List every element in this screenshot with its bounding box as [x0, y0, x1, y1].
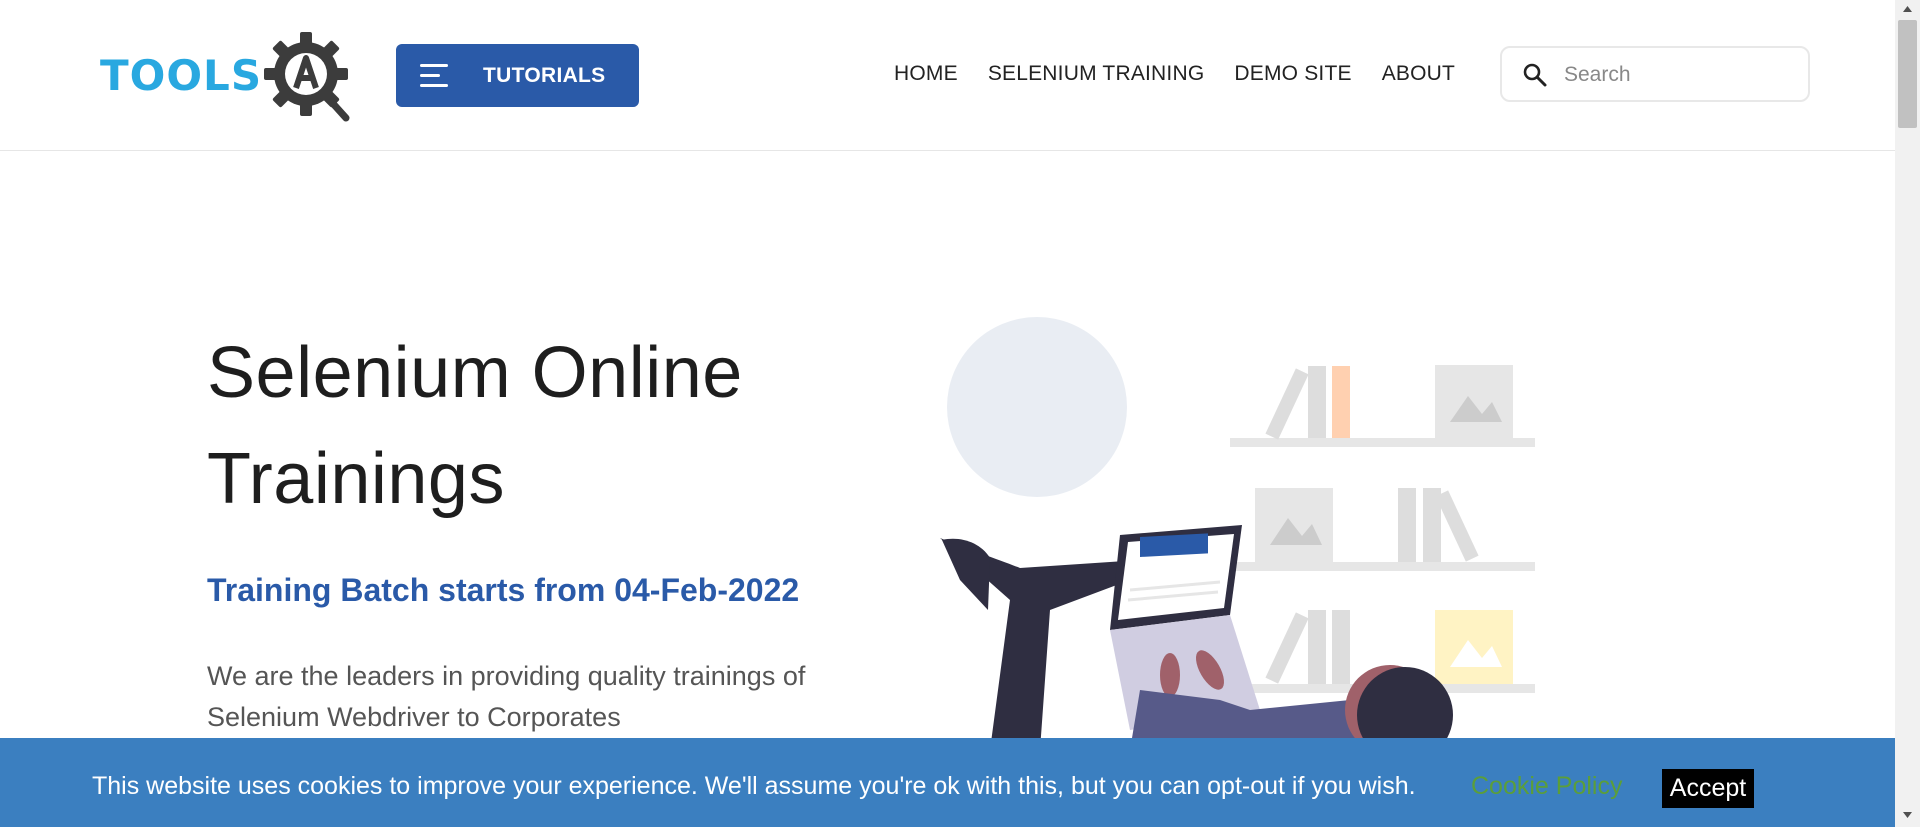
page: TOOLS TUTORIALS HOME SELENIUM TRAINING D… — [0, 0, 1895, 827]
nav-home[interactable]: HOME — [894, 62, 958, 86]
search-icon[interactable] — [1522, 62, 1548, 88]
cookie-policy-link[interactable]: Cookie Policy — [1471, 772, 1622, 801]
hamburger-icon — [420, 64, 448, 88]
site-header: TOOLS TUTORIALS HOME SELENIUM TRAINING D… — [0, 0, 1895, 151]
main-nav: HOME SELENIUM TRAINING DEMO SITE ABOUT — [894, 62, 1455, 86]
hero-title-line-1: Selenium Online — [207, 333, 743, 413]
hero-description: We are the leaders in providing quality … — [207, 661, 806, 732]
vertical-scrollbar[interactable] — [1895, 0, 1920, 827]
scroll-up-arrow-icon[interactable] — [1895, 0, 1920, 18]
hero-title-line-2: Trainings — [207, 439, 505, 519]
nav-about[interactable]: ABOUT — [1382, 62, 1455, 86]
cookie-message: This website uses cookies to improve you… — [92, 772, 1416, 800]
scroll-down-arrow-icon[interactable] — [1895, 806, 1920, 824]
nav-demo-site[interactable]: DEMO SITE — [1234, 62, 1351, 86]
site-logo[interactable]: TOOLS — [100, 28, 358, 123]
tutorials-button[interactable]: TUTORIALS — [396, 44, 639, 107]
cookie-consent-bar: This website uses cookies to improve you… — [0, 738, 1895, 827]
logo-text: TOOLS — [100, 51, 263, 100]
nav-selenium-training[interactable]: SELENIUM TRAINING — [988, 62, 1205, 86]
tutorials-label: TUTORIALS — [483, 64, 606, 87]
training-batch-heading: Training Batch starts from 04-Feb-2022 — [207, 572, 800, 608]
search-box — [1500, 46, 1810, 102]
search-input[interactable] — [1562, 56, 1801, 94]
accept-cookies-button[interactable]: Accept — [1662, 769, 1754, 808]
hero-title: Selenium Online Trainings — [207, 320, 907, 532]
reading-person-illustration — [940, 317, 1535, 750]
scrollbar-thumb[interactable] — [1898, 20, 1917, 128]
gear-icon — [264, 31, 350, 121]
